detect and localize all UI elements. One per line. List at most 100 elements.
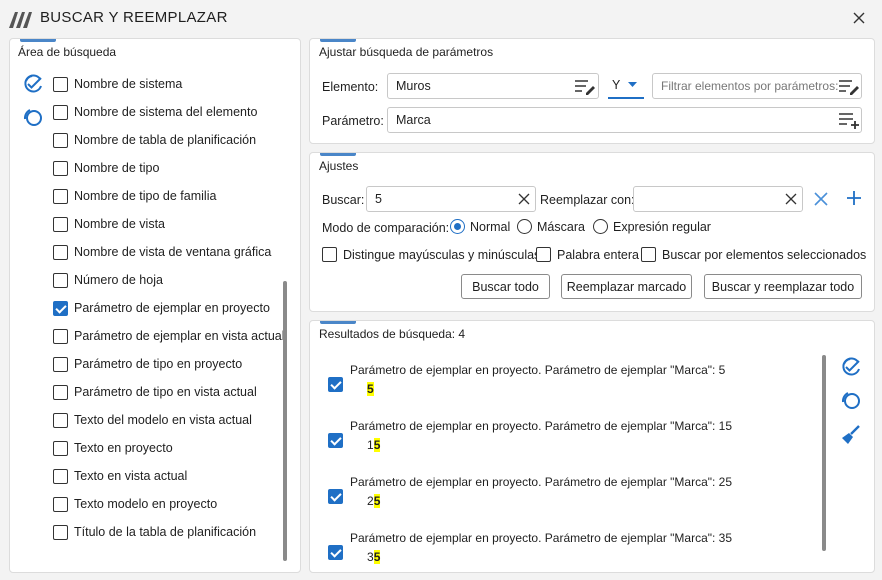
result-description: Parámetro de ejemplar en proyecto. Parám… — [350, 475, 733, 489]
search-area-item[interactable]: Título de la tabla de planificación — [53, 522, 256, 542]
parameter-field[interactable]: Marca — [387, 107, 862, 133]
search-area-checkbox[interactable] — [53, 132, 68, 148]
settings-option[interactable]: Buscar por elementos seleccionados — [641, 247, 866, 262]
add-icon[interactable] — [846, 190, 862, 206]
search-area-checkbox[interactable] — [53, 244, 68, 260]
clear-find-icon[interactable] — [518, 193, 530, 205]
search-area-item-label: Título de la tabla de planificación — [74, 525, 257, 539]
edit-filter-icon[interactable] — [838, 79, 860, 95]
search-area-item-label: Texto del modelo en vista actual — [74, 413, 252, 427]
search-area-checkbox[interactable] — [53, 188, 68, 204]
replace-input[interactable] — [633, 186, 803, 212]
search-area-checkbox[interactable] — [53, 412, 68, 428]
edit-list-icon[interactable] — [574, 79, 596, 95]
clear-results-broom-icon[interactable] — [840, 424, 862, 446]
search-area-item[interactable]: Número de hoja — [53, 270, 163, 290]
logic-operator-combo[interactable]: Y — [608, 73, 644, 99]
search-area-checkbox[interactable] — [53, 356, 68, 372]
radio-dot[interactable] — [450, 219, 465, 234]
parameter-search-panel: Ajustar búsqueda de parámetros Elemento:… — [309, 38, 875, 144]
settings-option-checkbox[interactable] — [641, 247, 656, 262]
deselect-all-results-icon[interactable] — [840, 390, 862, 412]
search-area-checkbox[interactable] — [53, 272, 68, 288]
settings-option-checkbox[interactable] — [536, 247, 551, 262]
close-icon[interactable] — [850, 9, 868, 27]
search-area-checkbox[interactable] — [53, 496, 68, 512]
search-area-item[interactable]: Texto del modelo en vista actual — [53, 410, 252, 430]
search-area-item-label: Texto modelo en proyecto — [74, 497, 218, 511]
result-checkbox[interactable] — [328, 377, 343, 392]
search-area-item-label: Parámetro de ejemplar en vista actual — [74, 329, 285, 343]
remove-icon[interactable] — [813, 191, 829, 207]
panel-accent — [20, 39, 56, 42]
panel-accent — [320, 153, 356, 156]
search-area-item[interactable]: Parámetro de ejemplar en vista actual — [53, 326, 285, 346]
search-area-scrollbar[interactable] — [283, 281, 287, 561]
radio-dot[interactable] — [517, 219, 532, 234]
filter-elements-field[interactable]: Filtrar elementos por parámetros: — [652, 73, 862, 99]
result-item[interactable]: Parámetro de ejemplar en proyecto. Parám… — [328, 361, 818, 411]
search-area-item[interactable]: Nombre de tipo de familia — [53, 186, 216, 206]
search-area-item[interactable]: Nombre de tipo — [53, 158, 159, 178]
comparison-mode-label: Normal — [470, 219, 511, 234]
search-area-item[interactable]: Nombre de sistema — [53, 74, 182, 94]
settings-option[interactable]: Palabra entera — [536, 247, 639, 262]
result-checkbox[interactable] — [328, 489, 343, 504]
result-item[interactable]: Parámetro de ejemplar en proyecto. Parám… — [328, 529, 818, 579]
panel-accent — [320, 321, 356, 324]
search-results-title: Resultados de búsqueda: 4 — [319, 327, 466, 341]
search-area-item[interactable]: Nombre de sistema del elemento — [53, 102, 257, 122]
add-parameter-icon[interactable] — [838, 112, 862, 130]
search-area-checkbox[interactable] — [53, 524, 68, 540]
results-scrollbar[interactable] — [822, 355, 826, 551]
radio-dot[interactable] — [593, 219, 608, 234]
chevron-down-icon — [628, 82, 638, 87]
logic-operator-value: Y — [612, 78, 621, 92]
result-checkbox[interactable] — [328, 433, 343, 448]
search-area-item[interactable]: Nombre de tabla de planificación — [53, 130, 256, 150]
settings-title: Ajustes — [319, 159, 359, 173]
search-area-checkbox[interactable] — [53, 328, 68, 344]
search-area-checkbox[interactable] — [53, 104, 68, 120]
search-area-checkbox[interactable] — [53, 300, 68, 316]
comparison-mode-radio[interactable]: Expresión regular — [593, 219, 711, 234]
search-area-checkbox[interactable] — [53, 216, 68, 232]
select-all-results-icon[interactable] — [840, 356, 862, 378]
settings-option[interactable]: Distingue mayúsculas y minúsculas — [322, 247, 540, 262]
search-area-item[interactable]: Parámetro de ejemplar en proyecto — [53, 298, 270, 318]
result-description: Parámetro de ejemplar en proyecto. Parám… — [350, 531, 733, 545]
search-area-item[interactable]: Nombre de vista de ventana gráfica — [53, 242, 271, 262]
find-input[interactable]: 5 — [366, 186, 536, 212]
search-area-checkbox[interactable] — [53, 440, 68, 456]
search-area-checkbox[interactable] — [53, 76, 68, 92]
result-item[interactable]: Parámetro de ejemplar en proyecto. Parám… — [328, 417, 818, 467]
comparison-mode-radio[interactable]: Normal — [450, 219, 510, 234]
search-area-item[interactable]: Parámetro de tipo en proyecto — [53, 354, 242, 374]
search-area-checkbox[interactable] — [53, 468, 68, 484]
search-area-item[interactable]: Parámetro de tipo en vista actual — [53, 382, 257, 402]
settings-option-label: Palabra entera — [557, 247, 640, 262]
search-area-item[interactable]: Texto en proyecto — [53, 438, 173, 458]
comparison-mode-radio[interactable]: Máscara — [517, 219, 585, 234]
replace-marked-button[interactable]: Reemplazar marcado — [561, 274, 692, 299]
settings-option-checkbox[interactable] — [322, 247, 337, 262]
find-replace-all-button[interactable]: Buscar y reemplazar todo — [704, 274, 862, 299]
search-area-checkbox[interactable] — [53, 384, 68, 400]
search-area-item-label: Nombre de tipo de familia — [74, 189, 217, 203]
result-value-match: 5 — [367, 382, 374, 396]
element-field[interactable]: Muros — [387, 73, 599, 99]
app-logo-icon — [9, 12, 32, 28]
result-item[interactable]: Parámetro de ejemplar en proyecto. Parám… — [328, 473, 818, 523]
deselect-all-icon[interactable] — [22, 107, 44, 129]
search-area-title: Área de búsqueda — [18, 45, 117, 59]
search-area-item-label: Nombre de tabla de planificación — [74, 133, 257, 147]
clear-replace-icon[interactable] — [785, 193, 797, 205]
search-area-item[interactable]: Texto en vista actual — [53, 466, 187, 486]
search-area-item[interactable]: Texto modelo en proyecto — [53, 494, 217, 514]
search-area-item[interactable]: Nombre de vista — [53, 214, 165, 234]
result-checkbox[interactable] — [328, 545, 343, 560]
find-all-button[interactable]: Buscar todo — [461, 274, 550, 299]
title-bar: BUSCAR Y REEMPLAZAR — [0, 0, 882, 36]
select-all-icon[interactable] — [22, 73, 44, 95]
search-area-checkbox[interactable] — [53, 160, 68, 176]
